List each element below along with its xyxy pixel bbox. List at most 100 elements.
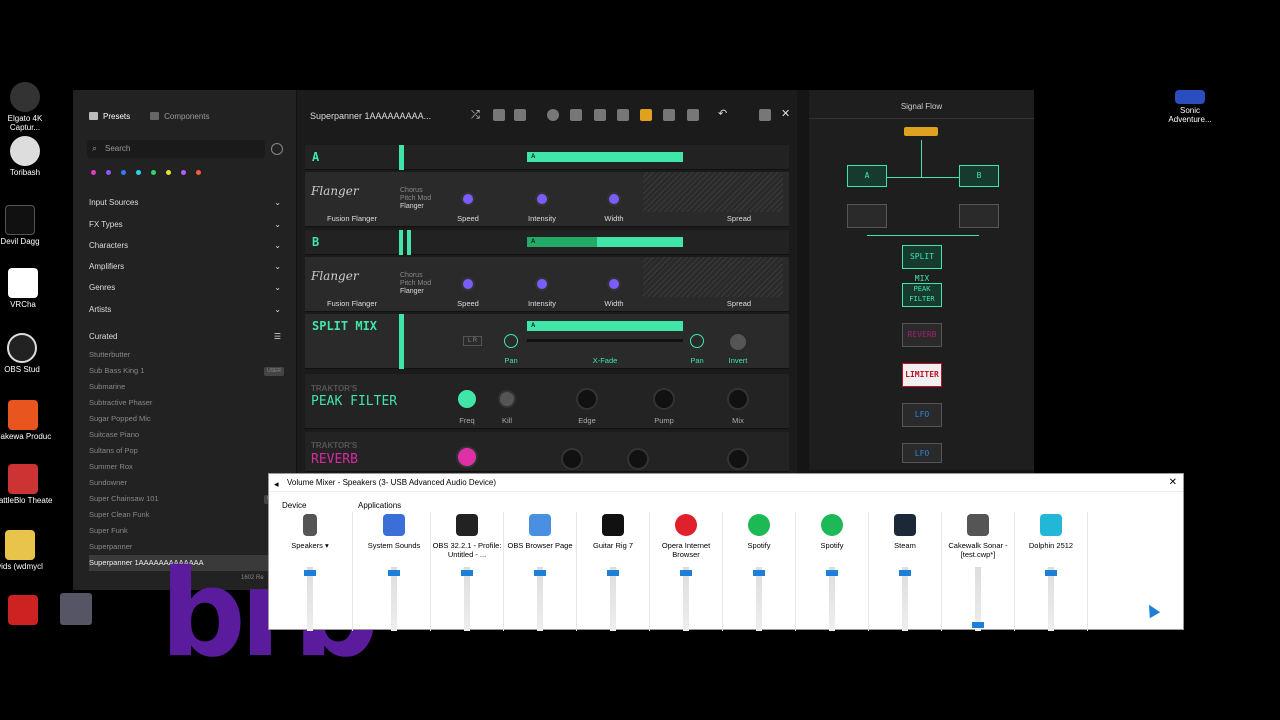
preset-list-item[interactable]: Super Funk [89,523,284,539]
flanger-preset-name[interactable]: Fusion Flanger [327,214,377,223]
flow-flanger-a[interactable] [847,204,887,228]
edge-knob[interactable] [576,388,598,410]
undo-icon[interactable]: ↶ [718,107,727,120]
color-filter-dots[interactable] [91,170,201,175]
reverb-knob-2[interactable] [561,448,583,470]
save-as-icon[interactable] [514,109,526,121]
app-volume-slider[interactable] [1045,567,1057,631]
flanger-preset-name[interactable]: Fusion Flanger [327,299,377,308]
tuner-icon[interactable] [547,109,559,121]
flow-node-a[interactable]: A [847,165,887,187]
desktop-icon-obs[interactable]: OBS Stud [0,333,52,374]
mixer-app[interactable]: Steam [869,514,941,550]
flow-limiter[interactable]: LIMITER [902,363,942,387]
mixer-app[interactable]: Spotify [723,514,795,550]
category-artists[interactable]: Artists ⌄ [89,305,281,314]
desktop-icon-vrchat[interactable]: VRCha [0,268,53,309]
curated-header[interactable]: Curated ☰ [89,332,281,341]
desktop-icon-sonic[interactable]: Sonic Adventure... [1160,90,1220,124]
mixer-app[interactable]: OBS 32.2.1 - Profile: Untitled - ... [431,514,503,559]
link-icon[interactable] [687,109,699,121]
mixer-app[interactable]: Dolphin 2512 [1015,514,1087,550]
reverb-size-knob[interactable] [456,446,478,468]
app-volume-slider[interactable] [972,567,984,631]
desktop-icon-cakewalk[interactable]: Cakewa Produc [0,400,53,441]
tab-presets[interactable]: Presets [89,112,130,121]
mixer-app[interactable]: Spotify [796,514,868,550]
split-bar[interactable]: A [527,321,683,331]
category-genres[interactable]: Genres ⌄ [89,283,281,292]
desktop-icon-battleblock[interactable]: BattleBlo Theate [0,464,53,505]
category-fx-types[interactable]: FX Types ⌄ [89,220,281,229]
desktop-icon-toribash[interactable]: Toribash [0,136,55,177]
desktop-icon-elgato[interactable]: Elgato 4K Captur... [0,82,55,132]
speed-knob[interactable] [461,277,475,291]
row-a-split-bar[interactable]: A [527,152,683,162]
app-volume-slider[interactable] [753,567,765,631]
invert-button[interactable] [730,334,746,350]
desktop-icon-devil-dagger[interactable]: Devil Dagg [0,205,50,246]
preset-list-item[interactable]: Subtractive Phaser [89,395,284,411]
flow-split-mix[interactable]: SPLIT MIX [902,245,942,283]
save-icon[interactable] [493,109,505,121]
category-input-sources[interactable]: Input Sources ⌄ [89,198,281,207]
width-knob[interactable] [607,277,621,291]
preset-list-item[interactable]: Sundowner [89,475,284,491]
category-characters[interactable]: Characters ⌄ [89,241,281,250]
mixer-app[interactable]: Guitar Rig 7 [577,514,649,550]
desktop-icon-partial-2[interactable] [60,593,92,625]
lr-toggle[interactable]: L R [463,336,483,346]
flow-peak-filter[interactable]: PEAK FILTER [902,283,942,307]
user-icon[interactable] [271,143,283,155]
mixer-app[interactable]: Cakewalk Sonar - [test.cwp*] [942,514,1014,559]
app-volume-slider[interactable] [680,567,692,631]
desktop-icon-vids[interactable]: vids (wdmycl [0,530,50,571]
desktop-icon-partial-1[interactable] [8,595,38,625]
width-knob[interactable] [607,192,621,206]
preset-list-item[interactable]: Sultans of Pop [89,443,284,459]
intensity-knob[interactable] [535,192,549,206]
level-icon[interactable] [640,109,652,121]
app-volume-slider[interactable] [607,567,619,631]
device-volume-slider[interactable] [304,567,316,631]
mixer-app[interactable]: System Sounds [358,514,430,550]
preset-list-item[interactable]: Super Clean Funk [89,507,284,523]
preset-list-item[interactable]: Sugar Popped Mic [89,411,284,427]
close-icon[interactable]: ✕ [1169,474,1177,492]
tool-icon[interactable] [594,109,606,121]
preset-list-item[interactable]: Submarine [89,379,284,395]
trash-icon[interactable] [759,109,771,121]
mixer-app[interactable]: OBS Browser Page [504,514,576,550]
category-amplifiers[interactable]: Amplifiers ⌄ [89,262,281,271]
app-volume-slider[interactable] [899,567,911,631]
preset-name[interactable]: Superpanner 1AAAAAAAAA... [310,111,431,121]
flow-node-b[interactable]: B [959,165,999,187]
pump-knob[interactable] [653,388,675,410]
app-volume-slider[interactable] [388,567,400,631]
preset-list-item[interactable]: Super Chainsaw 101USER [89,491,284,507]
app-volume-slider[interactable] [826,567,838,631]
xfade-slider[interactable] [527,339,683,342]
mixer-app[interactable]: Opera Internet Browser [650,514,722,559]
row-b-split-bar[interactable]: A [527,237,683,247]
app-volume-slider[interactable] [534,567,546,631]
preset-list-item[interactable]: Sub Bass King 1 USER [89,363,284,379]
shuffle-icon[interactable]: ⤮ [471,109,480,122]
device-speakers[interactable]: Speakers ▾ [274,514,346,550]
tape-icon[interactable] [570,109,582,121]
freq-knob[interactable] [456,388,478,410]
reverb-knob-4[interactable] [727,448,749,470]
preset-list-item[interactable]: Suitcase Piano [89,427,284,443]
preset-list-item[interactable]: Summer Rox [89,459,284,475]
pan-left-knob[interactable] [504,334,518,348]
flow-flanger-b[interactable] [959,204,999,228]
speed-knob[interactable] [461,192,475,206]
close-icon[interactable]: ✕ [781,107,790,120]
mix-knob[interactable] [727,388,749,410]
reverb-knob-3[interactable] [627,448,649,470]
flow-lfo-1[interactable]: LFO [902,403,942,427]
preset-list-item[interactable]: Stutterbutter [89,347,284,363]
app-volume-slider[interactable] [461,567,473,631]
pan-right-knob[interactable] [690,334,704,348]
loop-icon[interactable] [663,109,675,121]
